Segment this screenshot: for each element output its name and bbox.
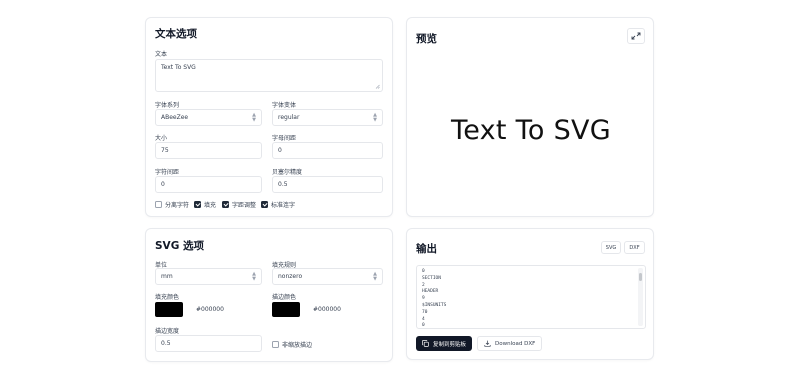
nonscaling-stroke-checkbox[interactable]: 非缩放描边 [272, 340, 312, 349]
code-line: 0 [422, 269, 425, 274]
code-line: $INSUNITS [422, 302, 447, 308]
preview-card: 预览 Text To SVG [406, 17, 654, 217]
svg-options-title: SVG 选项 [155, 240, 204, 252]
checkbox-box[interactable] [272, 341, 279, 348]
copy-icon [422, 340, 429, 347]
stroke-color-swatch[interactable] [272, 302, 300, 317]
line-spacing-input[interactable]: 0 [155, 176, 262, 193]
line-spacing-value: 0 [161, 181, 165, 188]
font-family-label: 字体系列 [155, 102, 180, 109]
font-family-select[interactable]: ABeeZee ▲ ▼ [155, 109, 262, 126]
dxf-tab[interactable]: DXF [624, 241, 645, 254]
kerning-checkbox[interactable]: 字距调整 [222, 200, 256, 209]
text-input-value: Text To SVG [161, 64, 196, 71]
scrollbar-thumb[interactable] [639, 273, 642, 281]
size-input[interactable]: 75 [155, 142, 262, 159]
code-content: 0 SECTION 2 HEADER 9 $INSUNITS 70 4 0 [422, 269, 447, 329]
text-label: 文本 [155, 51, 168, 58]
font-variant-value: regular [278, 114, 300, 121]
letter-spacing-value: 0 [278, 147, 282, 154]
separate-chars-checkbox[interactable]: 分离字符 [155, 200, 189, 209]
stroke-width-label: 描边宽度 [155, 328, 180, 335]
resize-handle-icon[interactable] [375, 84, 380, 89]
download-icon [484, 340, 491, 347]
output-code-area[interactable]: 0 SECTION 2 HEADER 9 $INSUNITS 70 4 0 [416, 265, 646, 329]
checkbox-label: 填充 [204, 202, 217, 209]
fill-checkbox[interactable]: 填充 [194, 200, 216, 209]
checkbox-box[interactable] [194, 201, 201, 208]
font-family-value: ABeeZee [161, 114, 189, 121]
fill-color-label: 填充颜色 [155, 294, 180, 301]
svg-options-card: SVG 选项 单位 mm ▲ ▼ 填充规则 nonzero ▲ ▼ 填充颜色 #00… [145, 228, 393, 362]
font-variant-label: 字体变体 [272, 102, 297, 109]
text-options-card: 文本选项 文本 Text To SVG 字体系列 ABeeZee ▲ ▼ 字体变体… [145, 17, 393, 217]
select-chevron-icon: ▲ ▼ [373, 271, 377, 282]
code-line: 0 [422, 323, 425, 329]
select-chevron-icon: ▲ ▼ [252, 271, 256, 282]
text-options-title: 文本选项 [155, 28, 197, 40]
unit-value: mm [161, 273, 173, 280]
checkbox-box[interactable] [222, 201, 229, 208]
fill-color-input[interactable]: #000000 [190, 301, 262, 318]
expand-icon [631, 32, 641, 40]
stroke-width-input[interactable]: 0.5 [155, 335, 262, 352]
output-title: 输出 [416, 243, 437, 255]
code-line: SECTION [422, 275, 441, 281]
unit-select[interactable]: mm ▲ ▼ [155, 268, 262, 285]
preview-text: Text To SVG [450, 115, 612, 146]
preview-title: 预览 [416, 33, 437, 45]
bezier-accuracy-value: 0.5 [278, 181, 288, 188]
stroke-color-label: 描边颜色 [272, 294, 297, 301]
stroke-color-input[interactable]: #000000 [307, 301, 383, 318]
bezier-accuracy-input[interactable]: 0.5 [272, 176, 383, 193]
output-card: 输出 SVG DXF 0 SECTION 2 HEADER 9 $INSUNIT… [406, 228, 654, 360]
expand-button[interactable] [627, 28, 645, 44]
code-line: 4 [422, 316, 425, 322]
bezier-accuracy-label: 贝塞尔精度 [272, 169, 303, 176]
checkbox-box[interactable] [261, 201, 268, 208]
font-variant-select[interactable]: regular ▲ ▼ [272, 109, 383, 126]
fill-color-swatch[interactable] [155, 302, 183, 317]
fill-rule-value: nonzero [278, 273, 303, 280]
fill-rule-select[interactable]: nonzero ▲ ▼ [272, 268, 383, 285]
svg-tab[interactable]: SVG [601, 241, 621, 254]
stroke-color-value: #000000 [313, 306, 341, 313]
checkbox-label: 分离字符 [165, 202, 190, 209]
select-chevron-icon: ▲ ▼ [373, 112, 377, 123]
text-input[interactable]: Text To SVG [155, 59, 383, 92]
stroke-width-value: 0.5 [161, 340, 171, 347]
select-chevron-icon: ▲ ▼ [252, 112, 256, 123]
download-dxf-button[interactable]: Download DXF [477, 336, 543, 351]
line-spacing-label: 字符间距 [155, 169, 180, 176]
checkbox-label: 标准连字 [271, 202, 296, 209]
code-scrollbar[interactable] [638, 268, 643, 326]
checkbox-label: 非缩放描边 [282, 342, 313, 349]
checkbox-box[interactable] [155, 201, 162, 208]
code-line: HEADER [422, 289, 439, 295]
size-value: 75 [161, 147, 169, 154]
fill-color-value: #000000 [196, 306, 224, 313]
letter-spacing-input[interactable]: 0 [272, 142, 383, 159]
code-line: 9 [422, 296, 425, 302]
download-button-label: Download DXF [495, 340, 536, 347]
size-label: 大小 [155, 135, 168, 142]
code-line: 70 [422, 309, 428, 315]
ligatures-checkbox[interactable]: 标准连字 [261, 200, 295, 209]
letter-spacing-label: 字母间距 [272, 135, 297, 142]
copy-to-clipboard-button[interactable]: 复制到剪贴板 [416, 336, 473, 351]
copy-button-label: 复制到剪贴板 [433, 341, 467, 348]
checkbox-label: 字距调整 [232, 202, 257, 209]
